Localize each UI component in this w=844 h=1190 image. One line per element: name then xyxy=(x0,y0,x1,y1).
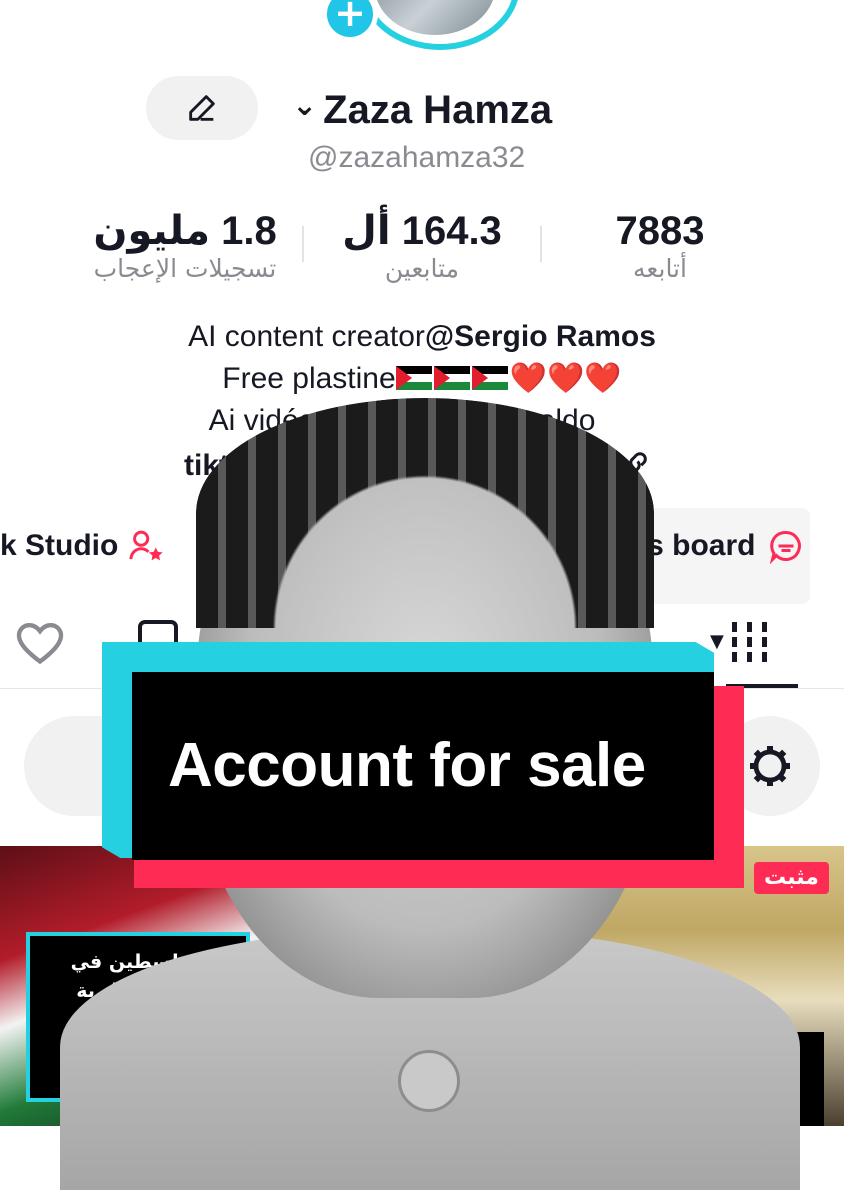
bio-mention[interactable]: @Sergio Ramos xyxy=(425,320,656,353)
pinned-badge: مثبت xyxy=(754,862,829,894)
display-name: Zaza Hamza xyxy=(323,88,553,132)
edit-profile-button[interactable] xyxy=(146,76,258,140)
overlay-figure-hair xyxy=(196,398,654,628)
sale-banner: Account for sale xyxy=(132,672,714,860)
grid-icon xyxy=(731,622,767,662)
chevron-down-icon: ⌄ xyxy=(292,88,318,123)
palestine-flag-icon xyxy=(395,366,432,390)
bio-line-2: Free plastine ❤️❤️❤️ xyxy=(0,358,844,400)
board-button[interactable]: 's board xyxy=(640,526,804,565)
overlay-figure-button xyxy=(398,1050,460,1112)
likes-label: تسجيلات الإعجاب xyxy=(93,254,277,283)
bio-text: AI content creator xyxy=(188,320,425,353)
following-label: أتابعه xyxy=(633,254,687,283)
grid-tab-icon[interactable]: ▼ xyxy=(710,620,770,664)
edit-icon xyxy=(189,95,215,121)
palestine-flag-icon xyxy=(433,366,470,390)
hearts-emoji: ❤️❤️❤️ xyxy=(509,362,622,395)
studio-label: k Studio xyxy=(0,529,119,562)
board-icon xyxy=(769,530,801,564)
username-handle: @zazahamza32 xyxy=(308,141,526,174)
sort-down-icon: ▼ xyxy=(710,631,724,652)
studio-button[interactable]: k Studio xyxy=(0,526,166,565)
settings-icon xyxy=(750,746,790,786)
followers-stat[interactable]: 164.3 أل متابعين xyxy=(322,208,522,284)
sale-banner-text: Account for sale xyxy=(168,731,646,800)
bio-line-1: AI content creator@Sergio Ramos xyxy=(0,316,844,358)
likes-stat[interactable]: 1.8 مليون تسجيلات الإعجاب xyxy=(82,208,288,284)
plus-icon[interactable]: + xyxy=(322,0,378,42)
followers-count: 164.3 أل xyxy=(342,209,502,253)
likes-count: 1.8 مليون xyxy=(93,209,277,253)
followers-label: متابعين xyxy=(384,254,460,283)
stat-divider xyxy=(540,226,542,262)
following-stat[interactable]: 7883 أتابعه xyxy=(560,208,760,284)
following-count: 7883 xyxy=(615,209,705,253)
display-name-selector[interactable]: ⌄ Zaza Hamza xyxy=(292,84,552,136)
stat-divider xyxy=(302,226,304,262)
studio-icon xyxy=(129,530,163,560)
heart-tab-icon[interactable] xyxy=(14,618,66,666)
palestine-flag-icon xyxy=(471,366,508,390)
bio-text: Free plastine xyxy=(222,362,396,395)
board-label: 's board xyxy=(640,529,756,562)
